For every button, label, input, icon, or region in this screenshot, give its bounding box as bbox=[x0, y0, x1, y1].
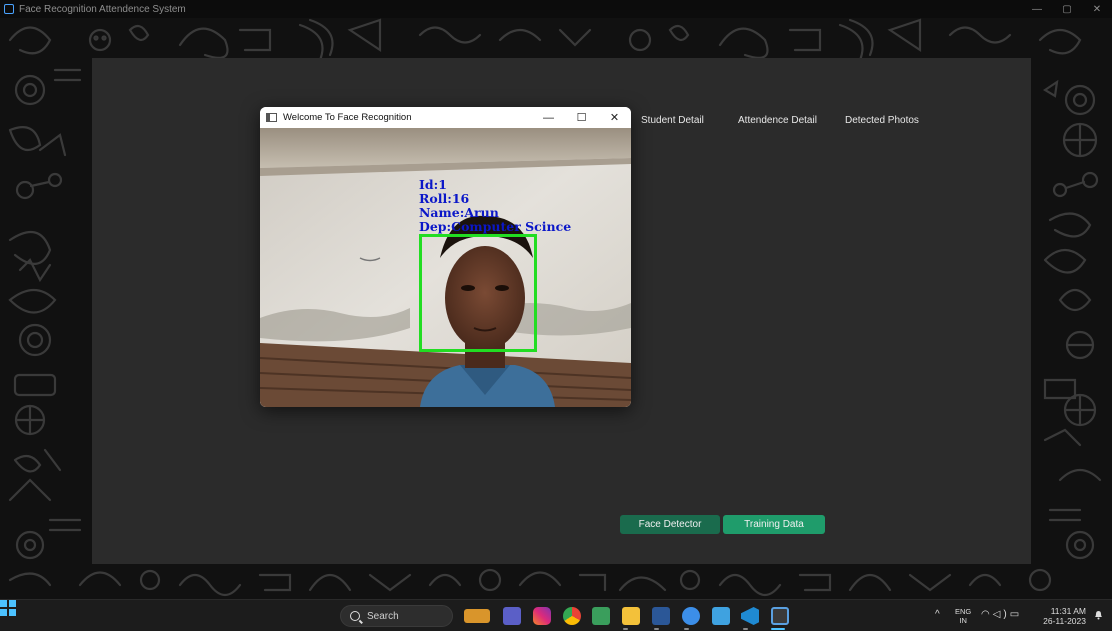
image-viewer-icon[interactable] bbox=[592, 607, 610, 625]
minimize-icon[interactable]: — bbox=[532, 107, 565, 128]
chrome-icon[interactable] bbox=[563, 607, 581, 625]
camera-titlebar[interactable]: Welcome To Face Recognition — ☐ ✕ bbox=[260, 107, 631, 128]
nav-attendence-detail[interactable]: Attendence Detail bbox=[738, 115, 817, 126]
instagram-icon[interactable] bbox=[533, 607, 551, 625]
windows-start-icon[interactable] bbox=[0, 600, 16, 616]
taskbar-indicator bbox=[684, 628, 689, 630]
taskbar-clock[interactable]: 11:31 AM 26-11-2023 bbox=[1038, 606, 1086, 626]
app-title: Face Recognition Attendence System bbox=[19, 3, 186, 15]
overlay-roll: Roll:16 bbox=[419, 191, 470, 206]
teams-icon[interactable] bbox=[503, 607, 521, 625]
nav-student-detail[interactable]: Student Detail bbox=[641, 115, 704, 126]
clock-time: 11:31 AM bbox=[1050, 606, 1086, 616]
close-icon[interactable]: ✕ bbox=[598, 107, 631, 128]
maximize-icon[interactable]: ☐ bbox=[565, 107, 598, 128]
app-window: Face Recognition Attendence System — ▢ ✕… bbox=[0, 0, 1112, 599]
overlay-department: Dep:Computer Scince bbox=[419, 219, 572, 234]
wifi-icon: ◠ bbox=[981, 609, 993, 620]
camera-window-icon bbox=[266, 113, 277, 122]
widgets-icon[interactable] bbox=[464, 609, 490, 623]
minimize-icon[interactable]: — bbox=[1022, 0, 1052, 18]
taskbar-search[interactable]: Search bbox=[340, 605, 453, 627]
nav-detected-photos[interactable]: Detected Photos bbox=[845, 115, 919, 126]
camera-window-controls: — ☐ ✕ bbox=[532, 107, 631, 128]
clock-date: 26-11-2023 bbox=[1043, 616, 1086, 626]
vscode-icon[interactable] bbox=[741, 607, 759, 625]
word-icon[interactable] bbox=[652, 607, 670, 625]
python-app-icon[interactable] bbox=[771, 607, 789, 625]
tray-chevron-up-icon[interactable]: ^ bbox=[935, 609, 940, 620]
taskbar: Search ^ ENG IN ◠◁)▭ 11:31 AM 26-11-2023 bbox=[0, 599, 1112, 631]
app-titlebar: Face Recognition Attendence System — ▢ ✕ bbox=[0, 0, 1112, 18]
language-indicator[interactable]: ENG IN bbox=[955, 607, 971, 625]
notification-bell-icon[interactable] bbox=[1094, 610, 1103, 620]
taskbar-indicator bbox=[743, 628, 748, 630]
overlay-id: Id:1 bbox=[419, 177, 447, 192]
search-label: Search bbox=[367, 610, 399, 622]
app-icon bbox=[4, 4, 14, 14]
lang-code: ENG bbox=[955, 607, 972, 616]
close-icon[interactable]: ✕ bbox=[1082, 0, 1112, 18]
photos-icon[interactable] bbox=[682, 607, 700, 625]
taskbar-indicator bbox=[623, 628, 628, 630]
lang-region: IN bbox=[959, 616, 967, 625]
face-detection-box bbox=[419, 234, 537, 352]
taskbar-indicator bbox=[654, 628, 659, 630]
camera-window-title: Welcome To Face Recognition bbox=[283, 112, 412, 123]
search-icon bbox=[350, 611, 360, 621]
overlay-name: Name:Arun bbox=[419, 205, 499, 220]
training-data-button[interactable]: Training Data bbox=[723, 515, 825, 534]
battery-icon: ▭ bbox=[1009, 609, 1023, 620]
volume-icon: ◁) bbox=[992, 609, 1010, 620]
maximize-icon[interactable]: ▢ bbox=[1052, 0, 1082, 18]
tray-status-icons[interactable]: ◠◁)▭ bbox=[981, 609, 1022, 620]
taskbar-indicator-active bbox=[771, 628, 785, 630]
file-explorer-icon[interactable] bbox=[622, 607, 640, 625]
window-controls: — ▢ ✕ bbox=[1022, 0, 1112, 18]
face-detector-button[interactable]: Face Detector bbox=[620, 515, 720, 534]
notepad-icon[interactable] bbox=[712, 607, 730, 625]
